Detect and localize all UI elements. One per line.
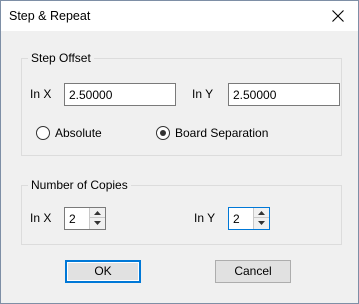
copies-in-x-value: 2: [69, 212, 76, 226]
dialog-body: Step Offset In X 2.50000 In Y 2.50000 Ab…: [1, 31, 358, 303]
cancel-button-label: Cancel: [234, 264, 272, 278]
copies-in-x-decrement-button[interactable]: [90, 218, 105, 229]
ok-button[interactable]: OK: [65, 260, 141, 283]
copies-in-x-spinner[interactable]: 2: [64, 207, 106, 230]
cancel-button[interactable]: Cancel: [215, 260, 291, 283]
copies-in-y-spinner[interactable]: 2: [228, 207, 270, 230]
step-repeat-dialog: Step & Repeat Step Offset In X 2.50000 I…: [0, 0, 359, 304]
step-offset-in-y-value: 2.50000: [233, 88, 277, 102]
board-separation-radio-button[interactable]: [156, 126, 170, 140]
arrow-down-icon: [94, 221, 101, 225]
dialog-title: Step & Repeat: [9, 9, 91, 23]
number-of-copies-group-label: Number of Copies: [28, 178, 131, 192]
step-offset-in-x-input[interactable]: 2.50000: [64, 83, 176, 106]
ok-button-label: OK: [94, 264, 112, 278]
absolute-radio-button[interactable]: [36, 126, 50, 140]
copies-in-x-label: In X: [30, 211, 52, 225]
copies-in-y-label: In Y: [194, 211, 216, 225]
arrow-up-icon: [258, 211, 265, 215]
copies-in-x-spin-buttons: [89, 208, 105, 229]
board-separation-radio-label: Board Separation: [175, 126, 269, 140]
board-separation-radio-option[interactable]: Board Separation: [156, 125, 296, 141]
absolute-radio-option[interactable]: Absolute: [36, 125, 136, 141]
close-icon: [332, 10, 344, 22]
step-offset-in-y-label: In Y: [192, 87, 214, 101]
step-offset-in-x-value: 2.50000: [69, 88, 113, 102]
copies-in-x-increment-button[interactable]: [90, 208, 105, 218]
copies-in-y-decrement-button[interactable]: [254, 218, 269, 229]
arrow-down-icon: [258, 221, 265, 225]
radio-selected-dot: [160, 130, 166, 136]
step-offset-in-x-label: In X: [30, 87, 52, 101]
arrow-up-icon: [94, 211, 101, 215]
copies-in-y-value: 2: [233, 212, 240, 226]
step-offset-group-label: Step Offset: [28, 51, 94, 65]
step-offset-group: Step Offset In X 2.50000 In Y 2.50000 Ab…: [21, 51, 342, 156]
absolute-radio-label: Absolute: [55, 126, 102, 140]
title-bar: Step & Repeat: [1, 1, 358, 31]
step-offset-in-y-input[interactable]: 2.50000: [228, 83, 340, 106]
number-of-copies-group: Number of Copies In X 2 In Y 2: [21, 178, 342, 245]
copies-in-y-increment-button[interactable]: [254, 208, 269, 218]
close-button[interactable]: [318, 1, 358, 31]
copies-in-y-spin-buttons: [253, 208, 269, 229]
